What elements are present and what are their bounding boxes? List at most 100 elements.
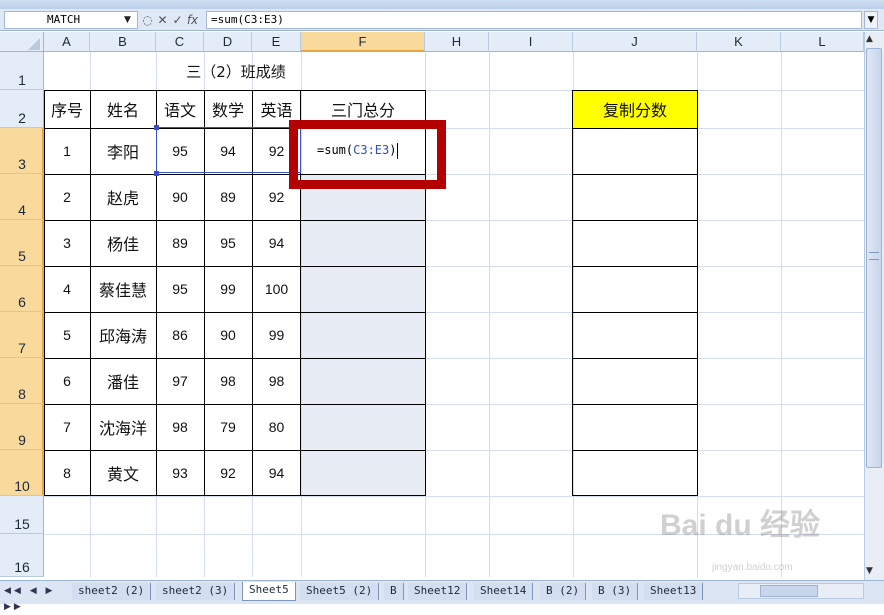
sheet-tab[interactable]: B (2) (540, 583, 587, 600)
row-header-2[interactable]: 2 (0, 90, 44, 128)
table-cell[interactable]: 99 (252, 312, 301, 358)
row-header-9[interactable]: 9 (0, 404, 44, 450)
selected-range-fill (301, 174, 425, 496)
header-cell[interactable]: 姓名 (90, 90, 156, 128)
table-cell[interactable]: 95 (204, 220, 252, 266)
confirm-icon[interactable]: ✓ (170, 11, 185, 29)
table-cell[interactable]: 杨佳 (90, 220, 156, 266)
column-header-d[interactable]: D (204, 32, 252, 52)
row-header-7[interactable]: 7 (0, 312, 44, 358)
table-cell[interactable]: 99 (204, 266, 252, 312)
column-header-k[interactable]: K (697, 32, 781, 52)
scroll-down-icon[interactable]: ▼ (866, 566, 873, 576)
column-header-l[interactable]: L (781, 32, 864, 52)
table-cell[interactable]: 8 (44, 450, 90, 496)
column-header-e[interactable]: E (252, 32, 301, 52)
table-cell[interactable]: 1 (44, 128, 90, 174)
sheet-tab[interactable]: Sheet13 (644, 583, 704, 600)
column-header-f[interactable]: F (301, 32, 425, 52)
table-cell[interactable]: 潘佳 (90, 358, 156, 404)
table-cell[interactable]: 97 (156, 358, 204, 404)
table-cell[interactable]: 2 (44, 174, 90, 220)
name-box[interactable]: MATCH (4, 11, 138, 29)
chevron-down-icon[interactable]: ▼ (124, 15, 131, 25)
column-header-a[interactable]: A (44, 32, 90, 52)
column-header-i[interactable]: I (489, 32, 573, 52)
row-number: 8 (18, 386, 26, 402)
table-cell[interactable]: 3 (44, 220, 90, 266)
row-number: 3 (18, 156, 26, 172)
table-cell[interactable]: 98 (204, 358, 252, 404)
table-cell[interactable]: 98 (252, 358, 301, 404)
table-cell[interactable]: 李阳 (90, 128, 156, 174)
sheet-tab[interactable]: sheet2 (3) (156, 583, 236, 600)
row-header-5[interactable]: 5 (0, 220, 44, 266)
cancel-icon[interactable]: ✕ (155, 11, 170, 29)
sheet-tab[interactable]: Sheet14 (474, 583, 534, 600)
row-header-6[interactable]: 6 (0, 266, 44, 312)
table-cell[interactable]: 86 (156, 312, 204, 358)
table-cell[interactable]: 90 (156, 174, 204, 220)
row-header-4[interactable]: 4 (0, 174, 44, 220)
sheet-title[interactable]: 三（2）班成绩 (156, 52, 316, 90)
column-header-c[interactable]: C (156, 32, 204, 52)
table-cell[interactable]: 7 (44, 404, 90, 450)
table-cell[interactable]: 80 (252, 404, 301, 450)
table-cell[interactable]: 95 (156, 266, 204, 312)
row-number: 5 (18, 248, 26, 264)
table-cell[interactable]: 4 (44, 266, 90, 312)
grip-icon (869, 252, 879, 260)
header-cell[interactable]: 语文 (156, 90, 204, 128)
select-all-icon (28, 38, 40, 50)
expand-formula-icon[interactable]: ▼ (864, 11, 878, 29)
row-header-3[interactable]: 3 (0, 128, 44, 174)
table-cell[interactable]: 黄文 (90, 450, 156, 496)
table-cell[interactable]: 93 (156, 450, 204, 496)
row-header-15[interactable]: 15 (0, 496, 44, 534)
row-number: 6 (18, 294, 26, 310)
row-header-16[interactable]: 16 (0, 534, 44, 577)
range-handle[interactable] (154, 171, 159, 176)
table-cell[interactable]: 沈海洋 (90, 404, 156, 450)
sheet-tab[interactable]: B (3) (592, 583, 639, 600)
row-header-10[interactable]: 10 (0, 450, 44, 496)
table-cell[interactable]: 94 (252, 450, 301, 496)
formula-input[interactable]: =sum(C3:E3) (206, 11, 862, 29)
horizontal-scroll-thumb[interactable] (760, 585, 818, 597)
table-cell[interactable]: 蔡佳慧 (90, 266, 156, 312)
copy-header-cell[interactable]: 复制分数 (573, 90, 697, 128)
table-cell[interactable]: 89 (204, 174, 252, 220)
column-header-b[interactable]: B (90, 32, 156, 52)
column-header-j[interactable]: J (573, 32, 697, 52)
table-cell[interactable]: 79 (204, 404, 252, 450)
range-handle[interactable] (154, 125, 159, 130)
tab-navigation-icon[interactable]: ◀◀ ◀ ▶ ▶▶ (4, 583, 70, 612)
table-cell[interactable]: 89 (156, 220, 204, 266)
sheet-tab-active[interactable]: Sheet5 (242, 582, 296, 601)
sheet-tab[interactable]: Sheet5 (2) (300, 583, 380, 600)
table-cell[interactable]: 92 (204, 450, 252, 496)
row-number: 1 (18, 72, 26, 88)
table-cell[interactable]: 赵虎 (90, 174, 156, 220)
sheet-tab[interactable]: Sheet12 (408, 583, 468, 600)
sheet-tab[interactable]: B (384, 583, 404, 600)
row-header-1[interactable]: 1 (0, 52, 44, 90)
column-header-h[interactable]: H (425, 32, 489, 52)
table-cell[interactable]: 90 (204, 312, 252, 358)
table-cell[interactable]: 邱海涛 (90, 312, 156, 358)
row-header-8[interactable]: 8 (0, 358, 44, 404)
table-cell[interactable]: 6 (44, 358, 90, 404)
quick-access-toolbar (0, 0, 884, 9)
scroll-up-icon[interactable]: ▲ (866, 34, 873, 44)
row-number: 7 (18, 340, 26, 356)
sheet-tab[interactable]: sheet2 (2) (72, 583, 152, 600)
table-cell[interactable]: 98 (156, 404, 204, 450)
table-cell[interactable]: 100 (252, 266, 301, 312)
table-cell[interactable]: 94 (252, 220, 301, 266)
header-cell[interactable]: 序号 (44, 90, 90, 128)
header-cell[interactable]: 数学 (204, 90, 252, 128)
row-number: 10 (14, 478, 30, 494)
function-icon[interactable]: fx (185, 11, 200, 29)
table-cell[interactable]: 5 (44, 312, 90, 358)
scroll-icon: ◌ (142, 13, 153, 27)
